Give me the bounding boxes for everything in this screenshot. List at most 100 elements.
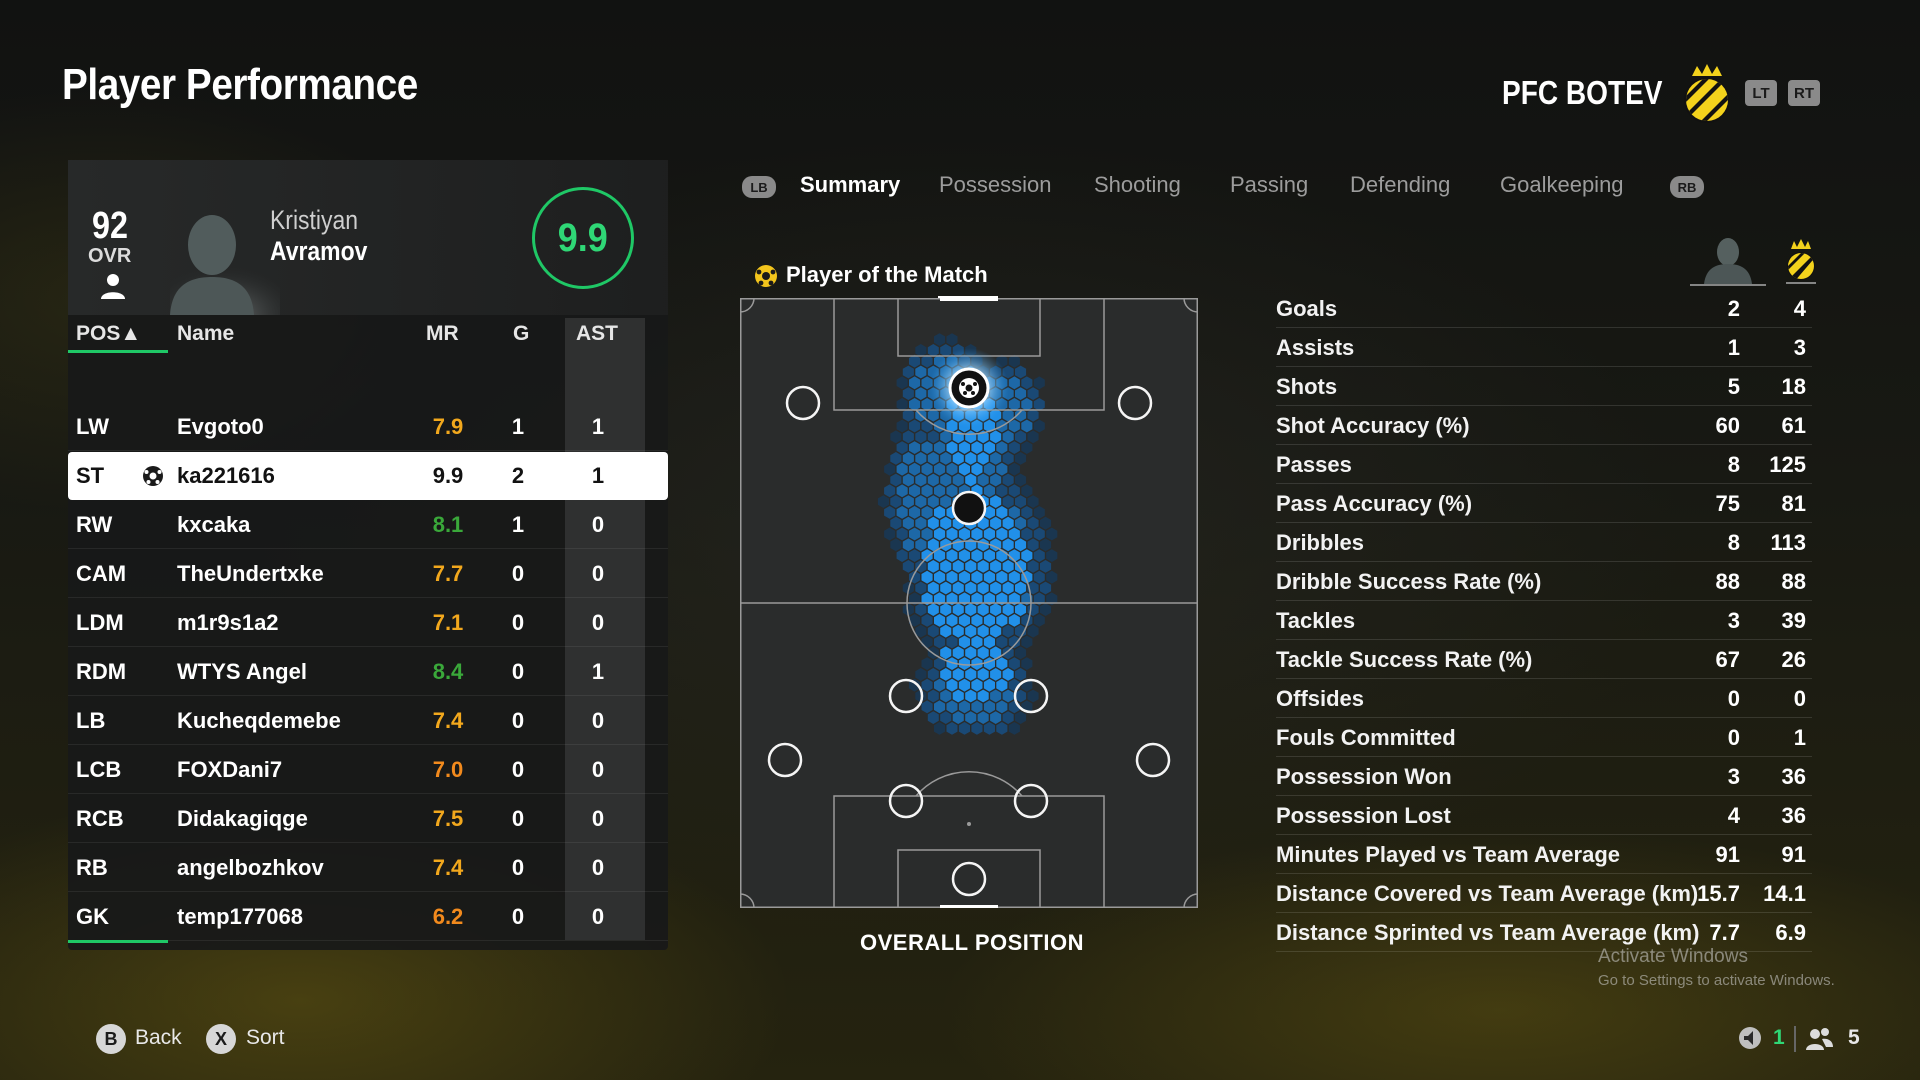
stat-player-value: 7.7 xyxy=(1709,920,1740,945)
stat-player-value: 15.7 xyxy=(1697,881,1740,906)
row-position: CAM xyxy=(76,561,127,586)
header-g[interactable]: G xyxy=(513,322,529,346)
stat-row: Offsides 0 0 xyxy=(1276,679,1812,718)
table-row[interactable]: RW kxcaka 8.1 1 0 xyxy=(68,501,668,549)
header-pos[interactable]: POS▲ xyxy=(76,322,141,346)
row-match-rating: 8.1 xyxy=(432,512,464,537)
row-player-name: Kucheqdemebe xyxy=(177,708,341,733)
stat-team-value: 6.9 xyxy=(1775,920,1806,945)
table-row[interactable]: LDM m1r9s1a2 7.1 0 0 xyxy=(68,599,668,647)
header-ast[interactable]: AST xyxy=(576,322,618,346)
tab-shooting[interactable]: Shooting xyxy=(1094,172,1181,198)
stat-team-value: 61 xyxy=(1781,413,1806,438)
page-title: Player Performance xyxy=(62,60,418,109)
tab-defending[interactable]: Defending xyxy=(1350,172,1450,198)
table-row[interactable]: GK temp177068 6.2 0 0 xyxy=(68,893,668,941)
sort-button-label[interactable]: Sort xyxy=(246,1026,285,1050)
table-row[interactable]: LW Evgoto0 7.9 1 1 xyxy=(68,403,668,451)
stat-team-value: 39 xyxy=(1781,608,1806,633)
player-of-match-icon xyxy=(755,265,777,287)
back-button-icon[interactable]: B xyxy=(96,1024,126,1054)
player-position-marker xyxy=(951,861,987,897)
stat-row: Possession Won 3 36 xyxy=(1276,757,1812,796)
row-assists: 0 xyxy=(591,855,605,880)
stat-team-value: 1 xyxy=(1793,725,1806,750)
stat-row: Dribble Success Rate (%) 88 88 xyxy=(1276,562,1812,601)
player-position-marker xyxy=(1135,742,1171,778)
party-count: 5 xyxy=(1848,1026,1860,1049)
match-rating-ring: 9.9 xyxy=(532,187,634,289)
row-player-name: WTYS Angel xyxy=(177,659,307,684)
table-row[interactable]: LCB FOXDani7 7.0 0 0 xyxy=(68,746,668,794)
back-button-label[interactable]: Back xyxy=(135,1026,182,1050)
row-match-rating: 7.0 xyxy=(432,757,464,782)
stat-team-value: 18 xyxy=(1781,374,1806,399)
header-name[interactable]: Name xyxy=(177,322,234,346)
row-match-rating: 8.4 xyxy=(432,659,464,684)
stat-row: Pass Accuracy (%) 75 81 xyxy=(1276,484,1812,523)
lt-button[interactable]: LT xyxy=(1745,80,1777,106)
stat-row: Dribbles 8 113 xyxy=(1276,523,1812,562)
row-player-name: temp177068 xyxy=(177,904,303,929)
stat-team-value: 4 xyxy=(1793,296,1806,321)
stat-player-value: 4 xyxy=(1727,803,1740,828)
row-position: RDM xyxy=(76,659,127,684)
row-position: GK xyxy=(76,904,109,929)
stat-label: Possession Won xyxy=(1276,764,1452,789)
player-avatar xyxy=(170,215,280,315)
table-row[interactable]: LB Kucheqdemebe 7.4 0 0 xyxy=(68,697,668,745)
watermark-subtitle: Go to Settings to activate Windows. xyxy=(1598,972,1835,989)
watermark-title: Activate Windows xyxy=(1598,946,1748,967)
pitch-bottom-marker xyxy=(940,905,998,908)
player-of-match-ball-icon xyxy=(143,466,163,486)
row-player-name: kxcaka xyxy=(177,512,251,537)
player-position-marker xyxy=(767,742,803,778)
party-icon xyxy=(1806,1028,1833,1050)
row-position: RCB xyxy=(76,806,124,831)
stat-label: Tackles xyxy=(1276,608,1356,633)
rb-button[interactable]: RB xyxy=(1670,176,1704,198)
player-position-marker xyxy=(888,678,924,714)
row-match-rating: 7.1 xyxy=(432,610,464,635)
stat-player-value: 2 xyxy=(1727,296,1740,321)
person-icon xyxy=(101,274,125,299)
table-row[interactable]: ST ka221616 9.9 2 1 xyxy=(68,452,668,500)
row-player-name: FOXDani7 xyxy=(177,757,283,782)
player-position-marker xyxy=(888,783,924,819)
sort-button-icon[interactable]: X xyxy=(206,1024,236,1054)
lb-button[interactable]: LB xyxy=(742,176,776,198)
player-of-match-label: Player of the Match xyxy=(786,262,988,287)
row-assists: 0 xyxy=(591,806,605,831)
row-goals: 0 xyxy=(511,806,525,831)
stat-label: Passes xyxy=(1276,452,1352,477)
player-position-marker xyxy=(951,490,987,526)
table-header: POS▲ Name MR G AST xyxy=(68,318,668,354)
row-position: RB xyxy=(76,855,108,880)
stat-label: Pass Accuracy (%) xyxy=(1276,491,1473,516)
table-row[interactable]: RCB Didakagiqge 7.5 0 0 xyxy=(68,795,668,843)
mic-count: 1 xyxy=(1773,1026,1785,1049)
row-player-name: TheUndertxke xyxy=(177,561,324,586)
table-row[interactable]: RDM WTYS Angel 8.4 0 1 xyxy=(68,648,668,696)
table-row[interactable]: RB angelbozhkov 7.4 0 0 xyxy=(68,844,668,892)
row-assists: 0 xyxy=(591,757,605,782)
row-goals: 0 xyxy=(511,659,525,684)
rt-button[interactable]: RT xyxy=(1788,80,1820,106)
stat-team-value: 88 xyxy=(1781,569,1806,594)
row-assists: 1 xyxy=(591,463,605,488)
row-goals: 0 xyxy=(511,610,525,635)
stat-label: Assists xyxy=(1276,335,1355,360)
stat-label: Dribbles xyxy=(1276,530,1365,555)
header-mr[interactable]: MR xyxy=(426,322,459,346)
row-assists: 1 xyxy=(591,414,605,439)
row-position: LW xyxy=(76,414,109,439)
table-row[interactable]: CAM TheUndertxke 7.7 0 0 xyxy=(68,550,668,598)
stat-team-value: 3 xyxy=(1793,335,1806,360)
stat-player-value: 60 xyxy=(1715,413,1740,438)
stat-player-value: 8 xyxy=(1727,530,1740,555)
tab-passing[interactable]: Passing xyxy=(1230,172,1308,198)
tab-summary[interactable]: Summary xyxy=(800,172,900,198)
tab-possession[interactable]: Possession xyxy=(939,172,1052,198)
row-assists: 0 xyxy=(591,708,605,733)
tab-goalkeeping[interactable]: Goalkeeping xyxy=(1500,172,1624,198)
